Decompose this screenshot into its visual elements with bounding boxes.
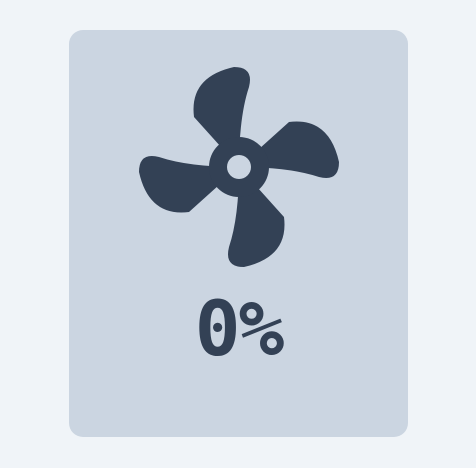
fan-hub: [227, 155, 251, 179]
fan-speed-readout: 0%: [194, 284, 285, 373]
stage: 0%: [0, 0, 476, 468]
fan-icon: [139, 67, 339, 267]
